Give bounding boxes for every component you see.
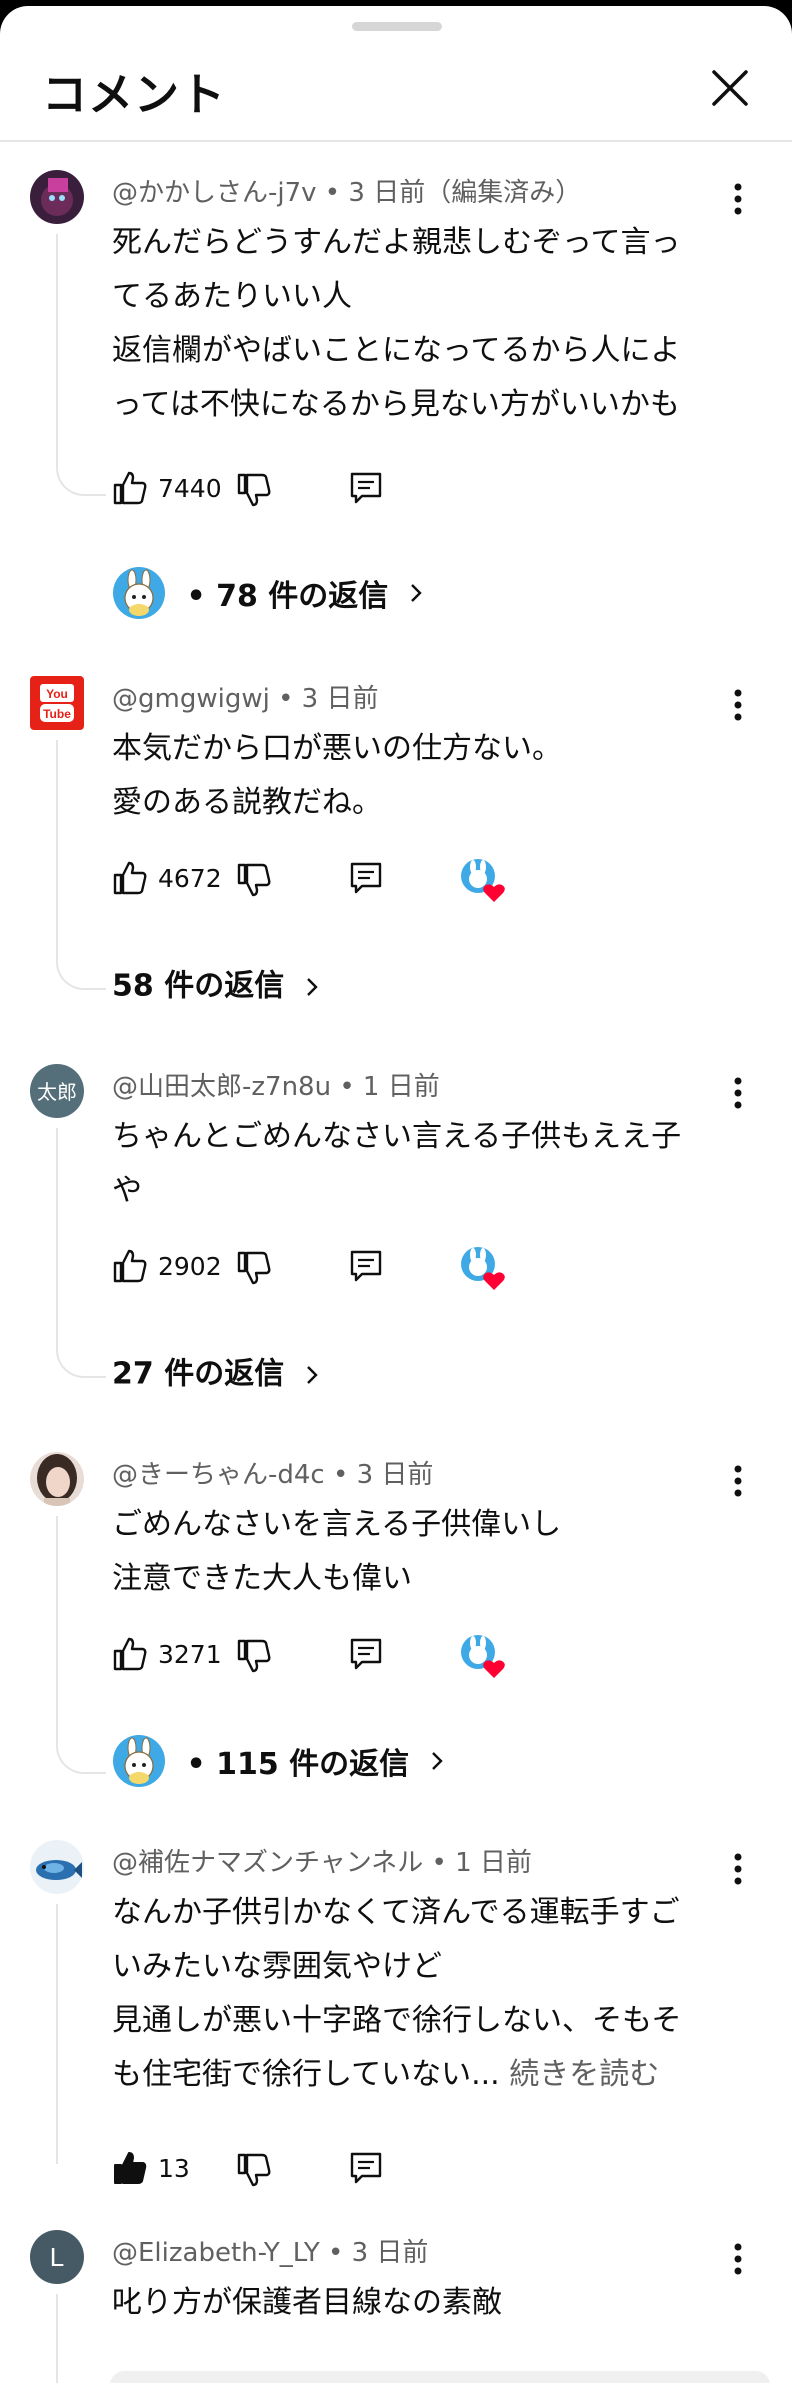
reply-icon[interactable]	[348, 2150, 384, 2186]
avatar[interactable]	[30, 1452, 84, 1506]
comment-line-text: も住宅街で徐行していない...	[112, 2057, 500, 2092]
comment-text: 死んだらどうすんだよ親悲しむぞって言っ てるあたりいい人 返信欄がやばいことにな…	[112, 216, 732, 432]
comment-meta[interactable]: @補佐ナマズンチャンネル • 1 日前	[112, 1842, 532, 1879]
chevron-right-icon	[431, 1752, 443, 1770]
creator-heart-icon	[461, 1247, 505, 1290]
comment-actions: 7440	[112, 470, 712, 514]
thread-line	[56, 1516, 106, 1774]
thumb-down-icon[interactable]	[236, 862, 272, 898]
like-count: 3271	[158, 1640, 222, 1669]
comment-line: ちゃんとごめんなさい言える子供もええ子	[112, 1119, 682, 1154]
comment-line: てるあたりいい人	[112, 279, 352, 314]
like-count: 2902	[158, 1252, 222, 1281]
thumb-up-filled-icon[interactable]	[112, 2150, 148, 2186]
avatar[interactable]: 太郎	[30, 1064, 84, 1118]
comment-actions: 13	[112, 2150, 712, 2194]
like-count: 13	[158, 2154, 190, 2183]
drag-handle[interactable]	[352, 22, 442, 31]
replies-label: 27 件の返信	[112, 1356, 285, 1392]
comment-line: なんか子供引かなくて済んでる運転手すご	[112, 1895, 680, 1930]
comment-item: 太郎 @山田太郎-z7n8u • 1 日前 ちゃんとごめんなさい言える子供もええ…	[0, 1064, 792, 1414]
avatar-initials: 太郎	[37, 1080, 77, 1104]
comment-line: 返信欄がやばいことになってるから人によ	[112, 333, 681, 368]
comment-text: 本気だから口が悪いの仕方ない。 愛のある説教だね。	[112, 722, 732, 830]
creator-heart-icon	[461, 859, 505, 902]
thumb-down-icon[interactable]	[236, 1638, 272, 1674]
chevron-right-icon	[306, 1365, 318, 1384]
thumb-up-icon[interactable]	[112, 470, 148, 506]
chevron-right-icon	[306, 977, 318, 996]
creator-avatar-icon	[113, 1735, 165, 1787]
comment-text: 叱り方が保護者目線なの素敵	[112, 2276, 732, 2330]
comment-item: You Tube @gmgwigwj • 3 日前 本気だから口が悪いの仕方ない…	[0, 676, 792, 1026]
comment-line: 注意できた大人も偉い	[112, 1561, 412, 1596]
comment-actions: 4672	[112, 859, 712, 904]
comment-meta[interactable]: @かかしさん-j7v • 3 日前（編集済み）	[112, 172, 581, 209]
thumb-down-icon[interactable]	[236, 472, 272, 508]
comment-meta[interactable]: @Elizabeth-Y_LY • 3 日前	[112, 2232, 428, 2269]
replies-label: 58 件の返信	[112, 968, 285, 1004]
like-count: 4672	[158, 864, 222, 893]
avatar[interactable]	[30, 1840, 84, 1894]
comment-item: @きーちゃん-d4c • 3 日前 ごめんなさいを言える子供偉いし 注意できた大…	[0, 1452, 792, 1812]
comment-line: 愛のある説教だね。	[112, 785, 382, 820]
comment-line: っては不快になるから見ない方がいいかも	[112, 387, 680, 422]
comment-meta[interactable]: @gmgwigwj • 3 日前	[112, 678, 379, 715]
replies-label: • 115 件の返信	[186, 1747, 410, 1782]
comments-header: コメント	[0, 6, 792, 142]
creator-heart-icon	[461, 1635, 505, 1678]
comment-line: 本気だから口が悪いの仕方ない。	[112, 731, 562, 766]
close-icon[interactable]	[700, 58, 760, 118]
thumb-down-icon[interactable]	[236, 1250, 272, 1286]
thread-line	[56, 1904, 106, 2164]
thread-line	[56, 2294, 106, 2383]
creator-avatar-icon	[113, 567, 165, 619]
comment-text: なんか子供引かなくて済んでる運転手すご いみたいな雰囲気やけど 見通しが悪い十字…	[112, 1886, 732, 2102]
view-replies-button[interactable]: • 78 件の返信	[112, 566, 427, 622]
comment-text: ちゃんとごめんなさい言える子供もええ子 や	[112, 1110, 732, 1218]
avatar-initials: L	[50, 2242, 64, 2272]
comment-actions: 2902	[112, 1247, 712, 1292]
svg-text:You: You	[46, 687, 68, 701]
thumb-up-icon[interactable]	[112, 1248, 148, 1284]
page-title: コメント	[42, 68, 227, 121]
read-more-link[interactable]: 続きを読む	[500, 2057, 659, 2092]
comment-line: 見通しが悪い十字路で徐行しない、そもそ	[112, 2003, 682, 2038]
comment-actions: 3271	[112, 1635, 712, 1680]
svg-text:Tube: Tube	[43, 707, 71, 721]
reply-icon[interactable]	[348, 860, 384, 896]
thumb-up-icon[interactable]	[112, 860, 148, 896]
comment-item: @かかしさん-j7v • 3 日前（編集済み） 死んだらどうすんだよ親悲しむぞっ…	[0, 170, 792, 630]
view-replies-button[interactable]: 27 件の返信	[112, 1346, 323, 1402]
replies-label: • 78 件の返信	[186, 579, 389, 614]
comments-sheet: コメント @かかしさん-j7v • 3 日前（編集済み） 死んだらどうすんだよ親…	[0, 6, 792, 2383]
avatar[interactable]	[30, 170, 84, 224]
reply-icon[interactable]	[348, 1636, 384, 1672]
comment-line: 叱り方が保護者目線なの素敵	[112, 2285, 502, 2320]
comment-item: L @Elizabeth-Y_LY • 3 日前 叱り方が保護者目線なの素敵	[0, 2230, 792, 2383]
thread-line	[56, 1128, 106, 1378]
comment-line: も住宅街で徐行していない... 続きを読む	[112, 2048, 732, 2102]
thread-line	[56, 234, 106, 496]
comment-line: や	[112, 1173, 142, 1208]
comment-line: ごめんなさいを言える子供偉いし	[112, 1507, 562, 1542]
avatar[interactable]: L	[30, 2230, 84, 2284]
comment-meta[interactable]: @山田太郎-z7n8u • 1 日前	[112, 1066, 440, 1103]
thread-line	[56, 740, 106, 990]
thumb-up-icon[interactable]	[112, 1636, 148, 1672]
comment-line: いみたいな雰囲気やけど	[112, 1949, 442, 1984]
avatar[interactable]: You Tube	[30, 676, 84, 730]
like-count: 7440	[158, 474, 222, 503]
reply-icon[interactable]	[348, 1248, 384, 1284]
comment-item: @補佐ナマズンチャンネル • 1 日前 なんか子供引かなくて済んでる運転手すご …	[0, 1840, 792, 2200]
thumb-down-icon[interactable]	[236, 2152, 272, 2188]
comment-meta[interactable]: @きーちゃん-d4c • 3 日前	[112, 1454, 433, 1491]
view-replies-button[interactable]: 58 件の返信	[112, 958, 323, 1014]
comment-input-bar[interactable]	[110, 2371, 770, 2383]
comment-text: ごめんなさいを言える子供偉いし 注意できた大人も偉い	[112, 1498, 732, 1606]
chevron-right-icon	[410, 584, 422, 602]
comment-line: 死んだらどうすんだよ親悲しむぞって言っ	[112, 225, 681, 260]
view-replies-button[interactable]: • 115 件の返信	[112, 1734, 448, 1790]
reply-icon[interactable]	[348, 470, 384, 506]
